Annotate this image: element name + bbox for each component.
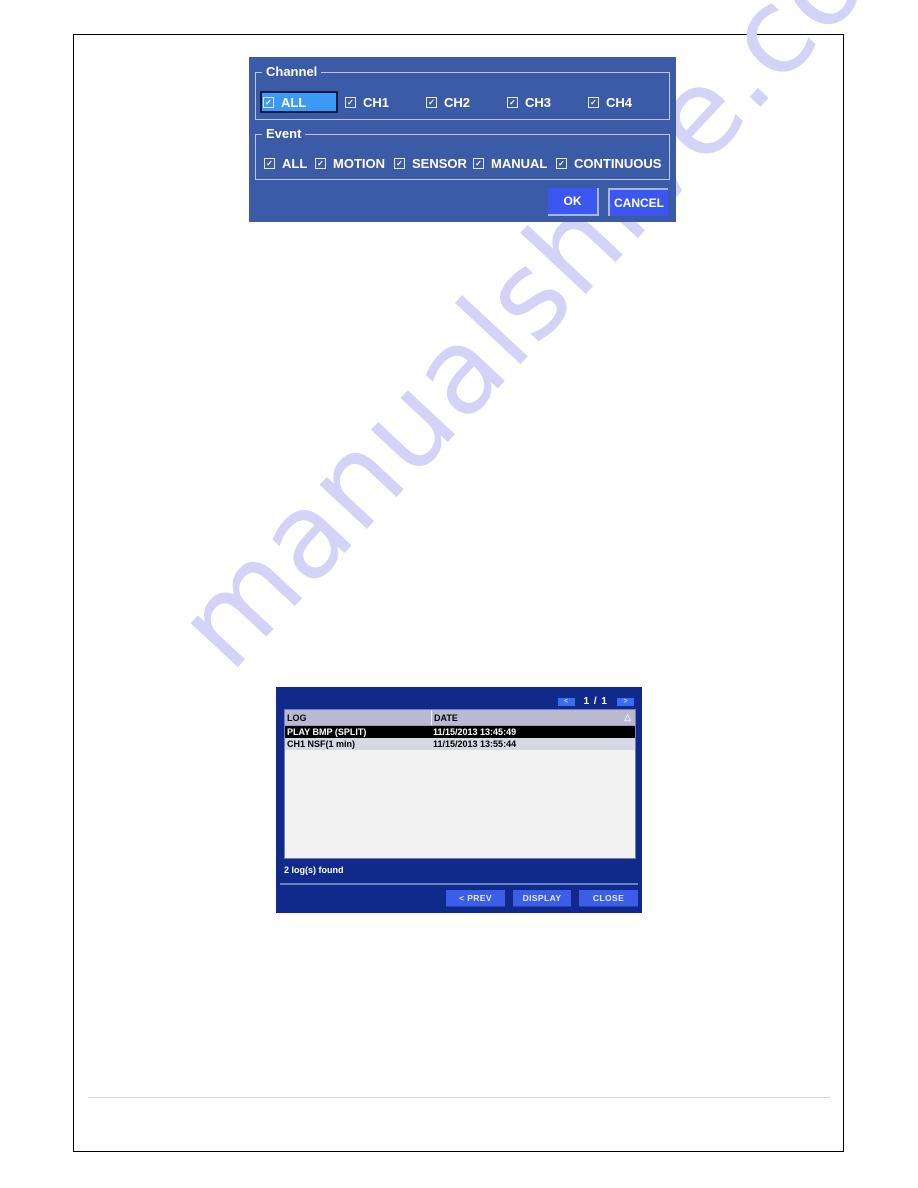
- event-checkbox-manual[interactable]: ✓ MANUAL: [473, 153, 547, 173]
- event-checkbox-continuous[interactable]: ✓ CONTINUOUS: [556, 153, 661, 173]
- table-header: LOG DATE △: [285, 710, 635, 726]
- checkbox-checked-icon: ✓: [588, 96, 599, 108]
- checkbox-checked-icon: ✓: [473, 157, 484, 169]
- page-indicator: 1 / 1: [583, 696, 608, 707]
- cancel-button[interactable]: CANCEL: [608, 188, 668, 216]
- footer-divider: [88, 1097, 830, 1098]
- prev-page-button[interactable]: <: [557, 697, 575, 706]
- column-header-log[interactable]: LOG: [285, 710, 431, 725]
- log-table: LOG DATE △ PLAY BMP (SPLIT) 11/15/2013 1…: [284, 709, 636, 859]
- log-cell: CH1 NSF(1 min): [287, 739, 356, 749]
- checkbox-label: CH4: [606, 94, 633, 110]
- date-cell: 11/15/2013 13:45:49: [433, 727, 517, 737]
- event-checkbox-sensor[interactable]: ✓ SENSOR: [394, 153, 467, 173]
- event-checkbox-motion[interactable]: ✓ MOTION: [315, 153, 385, 173]
- checkbox-label: SENSOR: [412, 155, 467, 171]
- channel-checkbox-ch2[interactable]: ✓ CH2: [426, 92, 470, 112]
- channel-checkbox-ch3[interactable]: ✓ CH3: [507, 92, 551, 112]
- channel-group: Channel ✓ ALL ✓ CH1 ✓ CH2 ✓ CH3 ✓ CH4: [255, 64, 670, 120]
- checkbox-checked-icon: ✓: [345, 96, 356, 108]
- channel-group-title: Channel: [262, 64, 322, 79]
- checkbox-label: CH1: [363, 94, 390, 110]
- checkbox-checked-icon: ✓: [264, 157, 275, 169]
- column-header-date[interactable]: DATE △: [431, 710, 635, 725]
- close-button[interactable]: CLOSE: [579, 890, 638, 907]
- checkbox-label: CONTINUOUS: [574, 155, 662, 171]
- checkbox-label: CH2: [444, 94, 471, 110]
- table-row[interactable]: PLAY BMP (SPLIT) 11/15/2013 13:45:49: [285, 726, 635, 738]
- checkbox-checked-icon: ✓: [394, 157, 405, 169]
- log-count-status: 2 log(s) found: [284, 865, 344, 875]
- checkbox-checked-icon: ✓: [426, 96, 437, 108]
- checkbox-label: ALL: [281, 94, 307, 110]
- event-group: Event ✓ ALL ✓ MOTION ✓ SENSOR ✓ MANUAL ✓…: [255, 126, 670, 180]
- checkbox-checked-icon: ✓: [263, 96, 274, 108]
- checkbox-label: CH3: [525, 94, 552, 110]
- prev-button[interactable]: < PREV: [446, 890, 505, 907]
- sort-ascending-icon: △: [624, 712, 631, 722]
- channel-checkbox-all[interactable]: ✓ ALL: [260, 91, 338, 113]
- chevron-left-icon: <: [563, 697, 569, 705]
- chevron-right-icon: >: [623, 697, 628, 705]
- ok-button[interactable]: OK: [548, 188, 599, 216]
- checkbox-checked-icon: ✓: [556, 157, 567, 169]
- column-header-date-label: DATE: [434, 712, 458, 723]
- divider: [280, 883, 638, 885]
- checkbox-label: ALL: [282, 155, 308, 171]
- log-search-dialog: < 1 / 1 > LOG DATE △ PLAY BMP (SPLIT) 11…: [276, 687, 642, 913]
- log-cell: PLAY BMP (SPLIT): [287, 727, 367, 737]
- next-page-button[interactable]: >: [617, 697, 634, 706]
- date-cell: 11/15/2013 13:55:44: [433, 739, 517, 749]
- checkbox-checked-icon: ✓: [315, 157, 326, 169]
- event-group-title: Event: [262, 126, 306, 141]
- checkbox-label: MOTION: [333, 155, 385, 171]
- checkbox-checked-icon: ✓: [507, 96, 518, 108]
- checkbox-label: MANUAL: [491, 155, 548, 171]
- display-button[interactable]: DISPLAY: [513, 890, 571, 907]
- event-checkbox-all[interactable]: ✓ ALL: [264, 153, 307, 173]
- search-filter-dialog: Channel ✓ ALL ✓ CH1 ✓ CH2 ✓ CH3 ✓ CH4 Ev…: [249, 57, 676, 222]
- pager: < 1 / 1 >: [557, 696, 634, 707]
- channel-checkbox-ch4[interactable]: ✓ CH4: [588, 92, 632, 112]
- table-row[interactable]: CH1 NSF(1 min) 11/15/2013 13:55:44: [285, 738, 635, 750]
- channel-checkbox-ch1[interactable]: ✓ CH1: [345, 92, 389, 112]
